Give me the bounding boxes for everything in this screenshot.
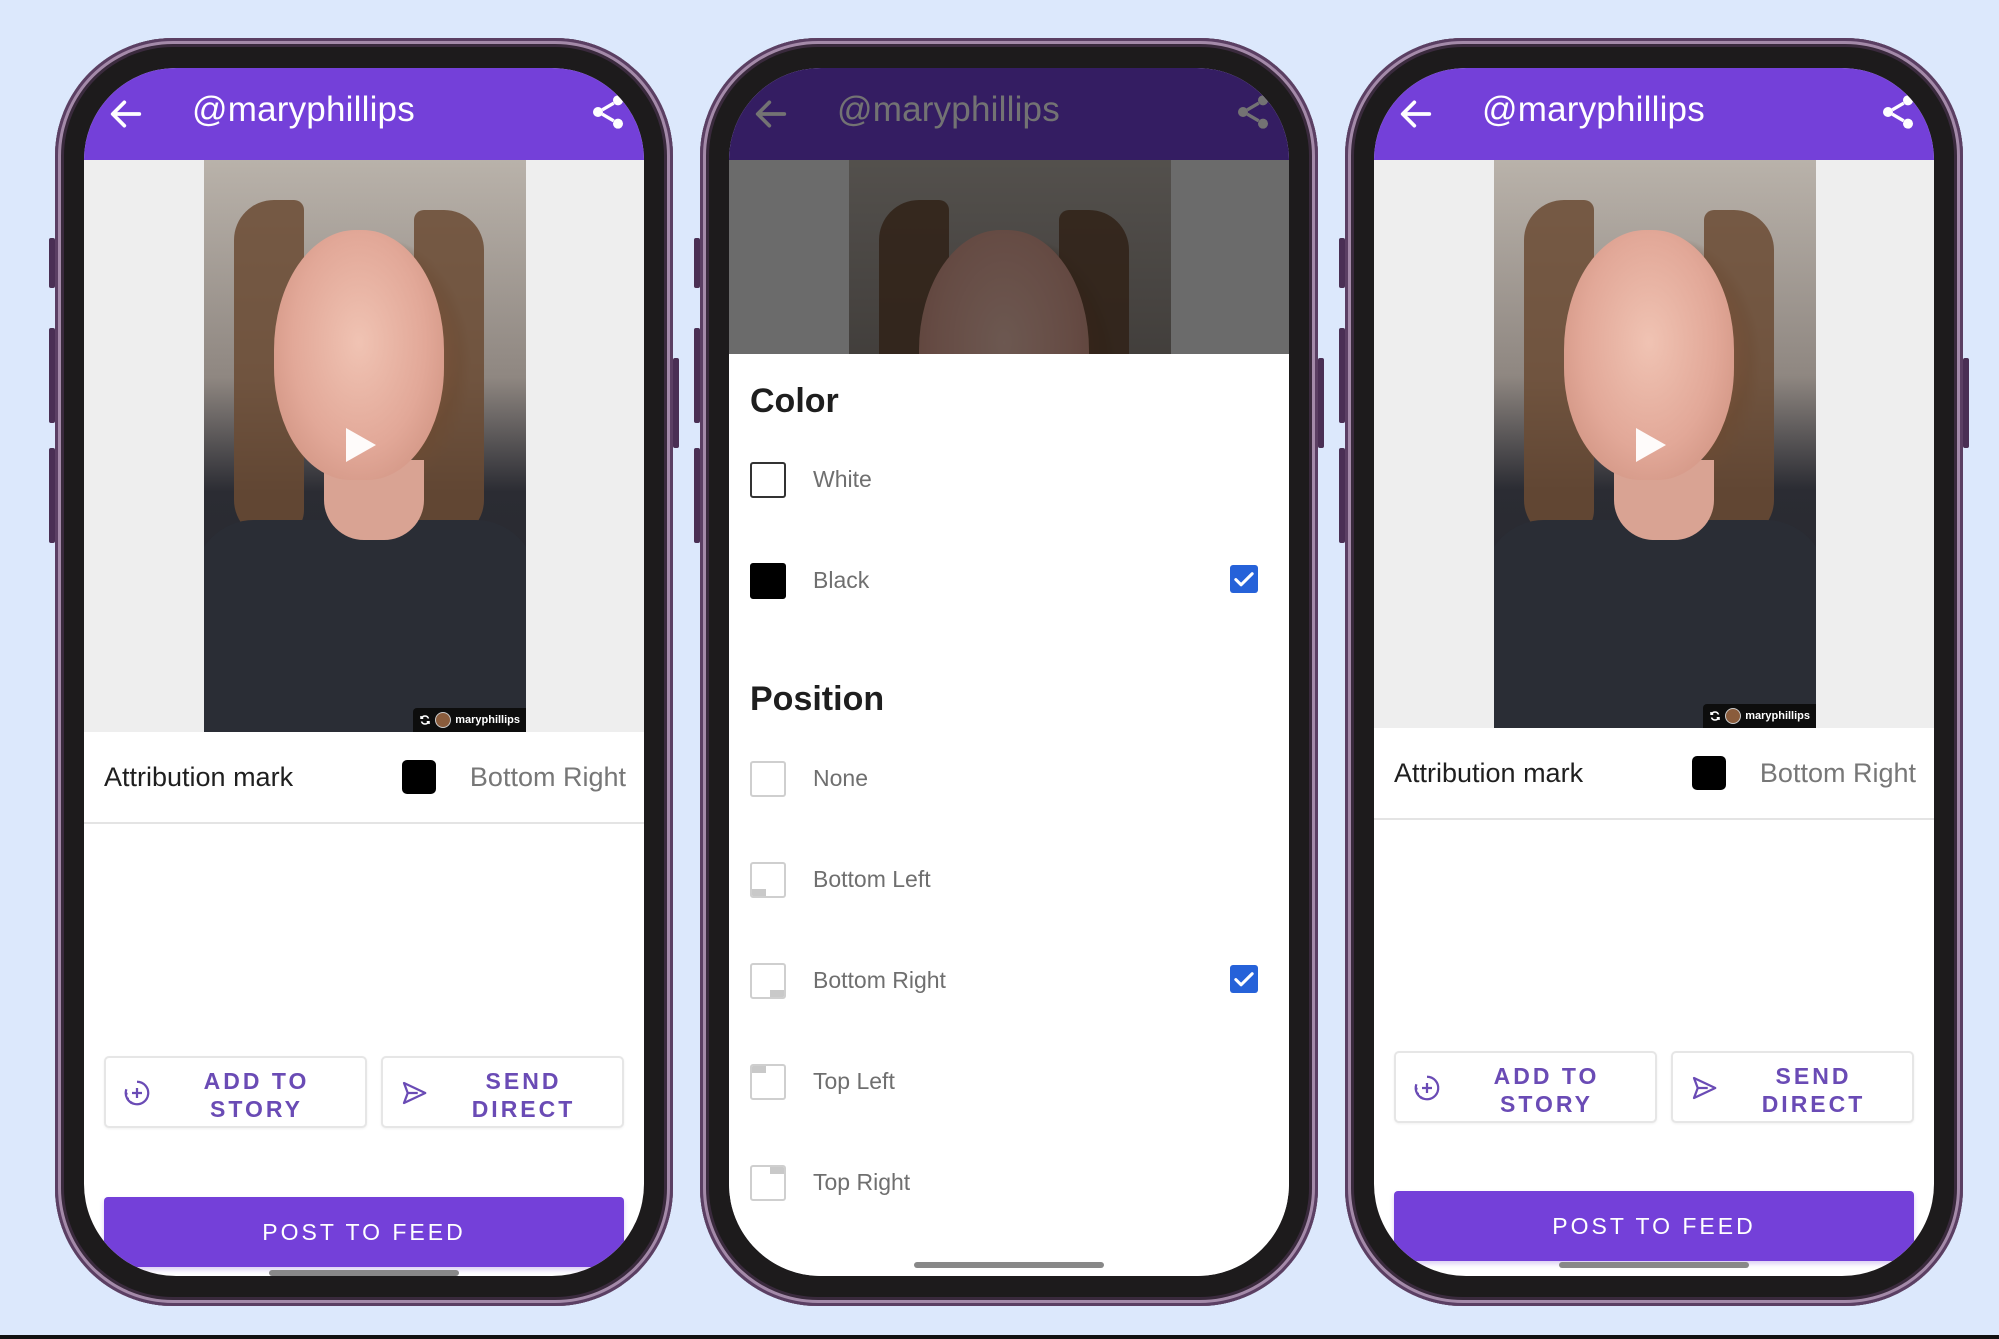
phone-share-preview-right: @maryphillips maryphillips Attribution m… [1339, 38, 1969, 1306]
video-thumbnail[interactable]: maryphillips [1494, 160, 1816, 728]
home-indicator[interactable] [1559, 1262, 1749, 1268]
send-direct-label: SEND DIRECT [471, 1068, 576, 1122]
position-bottom-right-icon [750, 963, 786, 999]
position-top-right-icon [750, 1165, 786, 1201]
position-option-label: Bottom Left [813, 866, 931, 892]
home-indicator[interactable] [269, 1270, 459, 1276]
app-bar: @maryphillips [1374, 68, 1934, 160]
attribution-position-value: Bottom Right [1759, 758, 1916, 788]
position-option-top-left[interactable]: Top Left [750, 1053, 1268, 1113]
attribution-options-sheet: Color White Black Position None Bottom L… [729, 354, 1289, 1276]
app-bar: @maryphillips [84, 68, 644, 160]
attribution-mark-label: Attribution mark [1394, 758, 1584, 788]
corner-marker [752, 1066, 766, 1073]
phone-share-preview-left: @maryphillips maryphillips Attribution m… [49, 38, 679, 1306]
position-none-icon [750, 761, 786, 797]
bottom-border [0, 1335, 1999, 1339]
phone-screen: @maryphillips Color White Black Position [729, 68, 1289, 1276]
position-option-label: Top Left [813, 1068, 895, 1094]
attribution-color-swatch [1692, 756, 1726, 790]
position-option-label: Top Right [813, 1169, 911, 1195]
phone-power-button [1318, 358, 1324, 448]
position-option-label: None [813, 765, 868, 791]
post-to-feed-button[interactable]: POST TO FEED [1394, 1191, 1914, 1261]
app-bar-title: @maryphillips [1482, 90, 1705, 129]
send-direct-label: SEND DIRECT [1761, 1063, 1866, 1117]
attribution-mark-row[interactable]: Attribution mark Bottom Right [84, 732, 644, 824]
video-thumbnail[interactable]: maryphillips [204, 160, 526, 732]
position-option-none[interactable]: None [750, 750, 1268, 810]
sync-icon [419, 714, 431, 726]
attribution-color-swatch [402, 760, 436, 794]
color-option-black[interactable]: Black [750, 552, 1268, 612]
color-section-title: Color [750, 382, 839, 420]
position-bottom-left-icon [750, 862, 786, 898]
position-option-top-right[interactable]: Top Right [750, 1154, 1268, 1214]
play-icon[interactable] [346, 428, 376, 462]
position-option-bottom-right[interactable]: Bottom Right [750, 952, 1268, 1012]
watermark-avatar [435, 712, 452, 728]
corner-marker [770, 990, 784, 997]
add-to-story-button[interactable]: ADD TO STORY [1394, 1051, 1657, 1123]
white-swatch-icon [750, 462, 786, 498]
phone-screen: @maryphillips maryphillips Attribution m… [84, 68, 644, 1276]
sync-icon [1709, 710, 1721, 722]
add-to-story-button[interactable]: ADD TO STORY [104, 1056, 367, 1128]
home-indicator[interactable] [914, 1262, 1104, 1268]
add-story-icon [1412, 1073, 1442, 1103]
modal-scrim[interactable] [729, 68, 1289, 354]
play-icon[interactable] [1636, 428, 1666, 462]
share-icon[interactable] [588, 92, 628, 132]
checkbox-checked-icon[interactable] [1230, 965, 1258, 993]
share-icon[interactable] [1878, 92, 1918, 132]
send-icon [1689, 1073, 1719, 1103]
back-arrow-icon[interactable] [1396, 94, 1436, 134]
photo-detail [204, 520, 526, 732]
send-icon [399, 1078, 429, 1108]
corner-marker [752, 889, 766, 896]
watermark-username: maryphillips [455, 714, 520, 726]
attribution-mark-row[interactable]: Attribution mark Bottom Right [1374, 728, 1934, 820]
add-to-story-label: ADD TO STORY [203, 1068, 310, 1122]
position-option-label: Bottom Right [813, 967, 946, 993]
add-to-story-label: ADD TO STORY [1493, 1063, 1600, 1117]
position-top-left-icon [750, 1064, 786, 1100]
back-arrow-icon[interactable] [106, 94, 146, 134]
attribution-mark-label: Attribution mark [104, 762, 294, 792]
add-story-icon [122, 1078, 152, 1108]
watermark-avatar [1725, 708, 1742, 724]
post-to-feed-button[interactable]: POST TO FEED [104, 1197, 624, 1267]
phone-screen: @maryphillips maryphillips Attribution m… [1374, 68, 1934, 1276]
watermark-username: maryphillips [1745, 710, 1810, 722]
position-option-bottom-left[interactable]: Bottom Left [750, 851, 1268, 911]
attribution-watermark: maryphillips [1703, 704, 1816, 728]
send-direct-button[interactable]: SEND DIRECT [1671, 1051, 1914, 1123]
media-preview: maryphillips [84, 160, 644, 732]
attribution-watermark: maryphillips [413, 708, 526, 732]
photo-detail [1494, 520, 1816, 728]
app-bar-title: @maryphillips [192, 90, 415, 129]
black-swatch-icon [750, 563, 786, 599]
corner-marker [770, 1167, 784, 1174]
color-option-label: White [813, 466, 872, 492]
phone-power-button [1963, 358, 1969, 448]
attribution-position-value: Bottom Right [469, 762, 626, 792]
send-direct-button[interactable]: SEND DIRECT [381, 1056, 624, 1128]
color-option-white[interactable]: White [750, 451, 1268, 511]
phone-attribution-options: @maryphillips Color White Black Position [694, 38, 1324, 1306]
checkbox-checked-icon[interactable] [1230, 565, 1258, 593]
color-option-label: Black [813, 567, 870, 593]
media-preview: maryphillips [1374, 160, 1934, 728]
position-section-title: Position [750, 680, 885, 718]
phone-power-button [673, 358, 679, 448]
